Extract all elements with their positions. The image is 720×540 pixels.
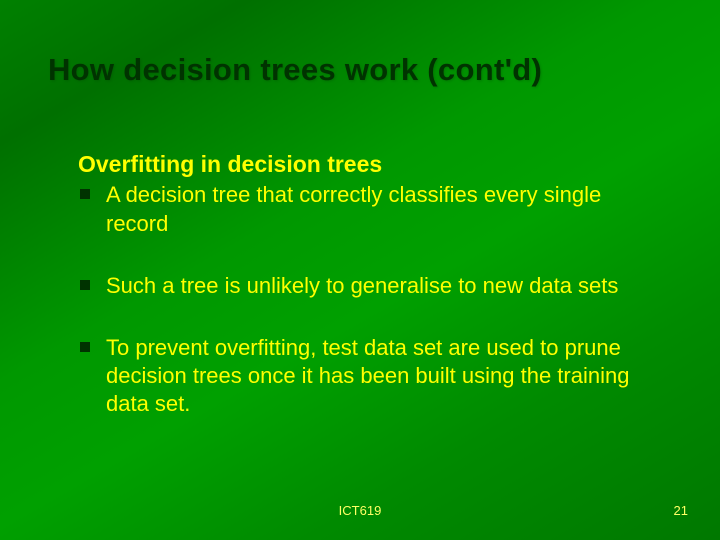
- bullet-item: A decision tree that correctly classifie…: [78, 181, 658, 237]
- bullet-item: To prevent overfitting, test data set ar…: [78, 334, 658, 418]
- body-subheading: Overfitting in decision trees: [78, 150, 658, 179]
- footer-page-number: 21: [674, 503, 688, 518]
- slide: How decision trees work (cont'd) Overfit…: [0, 0, 720, 540]
- slide-body: Overfitting in decision trees A decision…: [78, 150, 658, 418]
- bullet-item: Such a tree is unlikely to generalise to…: [78, 272, 658, 300]
- slide-title: How decision trees work (cont'd): [48, 52, 542, 88]
- footer-course-code: ICT619: [0, 503, 720, 518]
